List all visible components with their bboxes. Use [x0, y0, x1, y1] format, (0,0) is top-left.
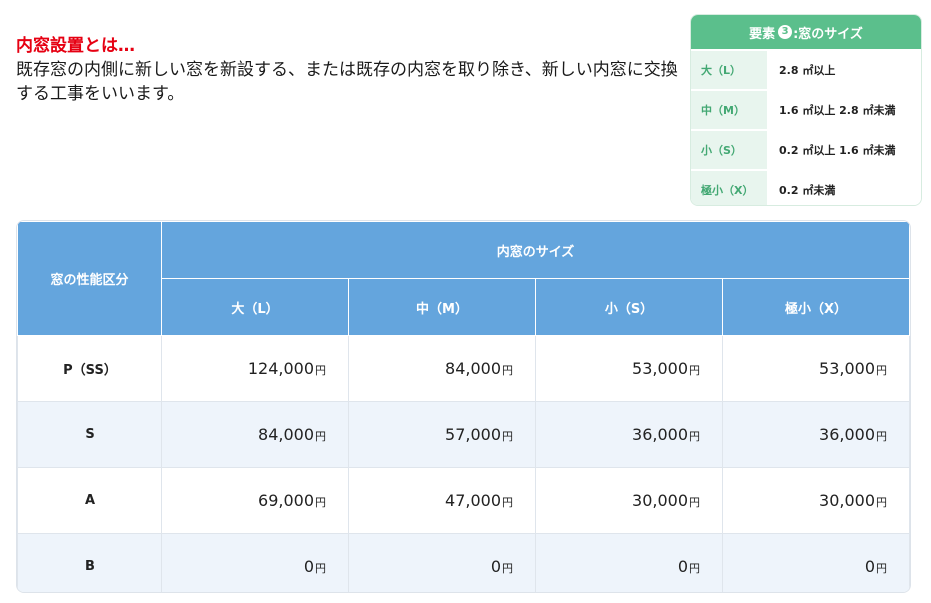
price-cell: 47,000円: [348, 467, 536, 534]
window-size-legend: 要素 3 :窓のサイズ 大（L） 2.8 ㎡以上 中（M） 1.6 ㎡以上 2.…: [690, 14, 922, 206]
price-cell: 84,000円: [161, 401, 349, 468]
price-cell: 36,000円: [722, 401, 910, 468]
currency-unit: 円: [689, 562, 700, 575]
currency-unit: 円: [502, 496, 513, 509]
currency-unit: 円: [315, 430, 326, 443]
table-row: A 69,000円 47,000円 30,000円 30,000円: [17, 467, 910, 534]
column-header: 中（M）: [348, 278, 536, 336]
price-cell: 69,000円: [161, 467, 349, 534]
price-table: 窓の性能区分 内窓のサイズ 大（L） 中（M） 小（S） 極小（X） P（SS）…: [16, 220, 911, 593]
currency-unit: 円: [876, 430, 887, 443]
price-value: 84,000: [445, 359, 501, 378]
price-cell: 36,000円: [535, 401, 723, 468]
price-cell: 124,000円: [161, 335, 349, 402]
price-cell: 30,000円: [722, 467, 910, 534]
circled-number-icon: 3: [778, 25, 793, 39]
price-value: 0: [490, 557, 501, 576]
price-cell: 0円: [535, 533, 723, 592]
intro-title: 内窓設置とは…: [16, 36, 135, 56]
currency-unit: 円: [689, 496, 700, 509]
currency-unit: 円: [689, 364, 700, 377]
currency-unit: 円: [502, 562, 513, 575]
price-value: 84,000: [258, 425, 314, 444]
price-value: 30,000: [632, 491, 688, 510]
column-header: 極小（X）: [722, 278, 910, 336]
currency-unit: 円: [876, 364, 887, 377]
price-value: 47,000: [445, 491, 501, 510]
intro-section: 内窓設置とは… 既存窓の内側に新しい窓を新設する、または既存の内窓を取り除き、新…: [16, 36, 680, 106]
currency-unit: 円: [689, 430, 700, 443]
legend-key: 極小（X）: [691, 171, 767, 205]
price-value: 36,000: [632, 425, 688, 444]
legend-key: 小（S）: [691, 131, 767, 169]
column-header: 大（L）: [161, 278, 349, 336]
price-cell: 30,000円: [535, 467, 723, 534]
row-label: S: [17, 401, 162, 468]
legend-title-suffix: :窓のサイズ: [793, 26, 863, 42]
corner-header: 窓の性能区分: [17, 221, 162, 336]
price-cell: 53,000円: [722, 335, 910, 402]
price-value: 57,000: [445, 425, 501, 444]
price-value: 53,000: [632, 359, 688, 378]
price-value: 124,000: [247, 359, 314, 378]
price-value: 36,000: [819, 425, 875, 444]
price-cell: 0円: [161, 533, 349, 592]
legend-value: 0.2 ㎡未満: [767, 171, 921, 205]
row-label: B: [17, 533, 162, 592]
price-cell: 0円: [348, 533, 536, 592]
price-value: 0: [864, 557, 875, 576]
legend-title-prefix: 要素: [749, 26, 776, 42]
price-cell: 53,000円: [535, 335, 723, 402]
intro-text: 既存窓の内側に新しい窓を新設する、または既存の内窓を取り除き、新しい内窓に交換す…: [16, 60, 678, 104]
legend-value: 2.8 ㎡以上: [767, 51, 921, 89]
column-header: 小（S）: [535, 278, 723, 336]
price-value: 53,000: [819, 359, 875, 378]
price-cell: 84,000円: [348, 335, 536, 402]
legend-value: 1.6 ㎡以上 2.8 ㎡未満: [767, 91, 921, 129]
currency-unit: 円: [502, 430, 513, 443]
price-value: 30,000: [819, 491, 875, 510]
currency-unit: 円: [876, 562, 887, 575]
currency-unit: 円: [315, 364, 326, 377]
row-label: P（SS）: [17, 335, 162, 402]
legend-row: 小（S） 0.2 ㎡以上 1.6 ㎡未満: [691, 129, 921, 169]
legend-row: 極小（X） 0.2 ㎡未満: [691, 169, 921, 205]
currency-unit: 円: [315, 562, 326, 575]
currency-unit: 円: [502, 364, 513, 377]
price-value: 69,000: [258, 491, 314, 510]
price-value: 0: [677, 557, 688, 576]
legend-row: 中（M） 1.6 ㎡以上 2.8 ㎡未満: [691, 89, 921, 129]
table-row: S 84,000円 57,000円 36,000円 36,000円: [17, 401, 910, 468]
currency-unit: 円: [876, 496, 887, 509]
price-table-grid: 窓の性能区分 内窓のサイズ 大（L） 中（M） 小（S） 極小（X） P（SS）…: [17, 221, 910, 592]
legend-value: 0.2 ㎡以上 1.6 ㎡未満: [767, 131, 921, 169]
table-row: B 0円 0円 0円 0円: [17, 533, 910, 592]
row-label: A: [17, 467, 162, 534]
currency-unit: 円: [315, 496, 326, 509]
price-cell: 0円: [722, 533, 910, 592]
price-value: 0: [303, 557, 314, 576]
group-header: 内窓のサイズ: [161, 221, 910, 279]
legend-header: 要素 3 :窓のサイズ: [691, 15, 921, 49]
price-cell: 57,000円: [348, 401, 536, 468]
legend-key: 中（M）: [691, 91, 767, 129]
legend-row: 大（L） 2.8 ㎡以上: [691, 49, 921, 89]
table-row: P（SS） 124,000円 84,000円 53,000円 53,000円: [17, 335, 910, 402]
legend-key: 大（L）: [691, 51, 767, 89]
